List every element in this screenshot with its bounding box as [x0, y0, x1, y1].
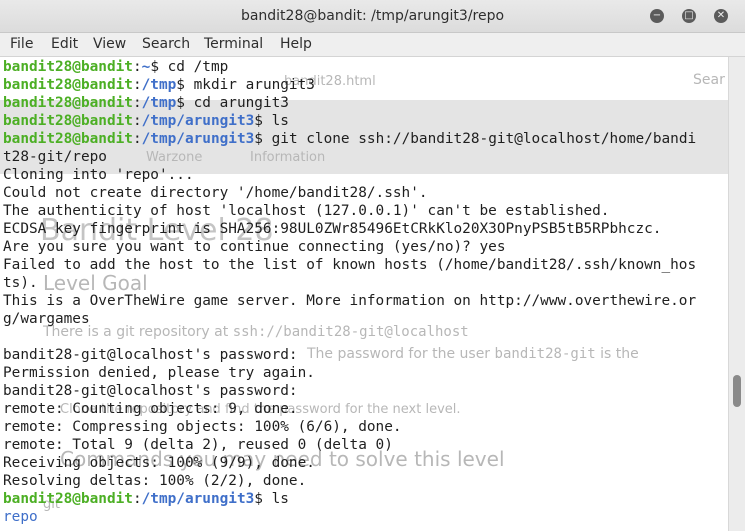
menu-view[interactable]: View	[93, 36, 126, 52]
output-text: remote: Counting objects: 9, done.	[3, 401, 298, 417]
terminal-line: bandit28@bandit:/tmp/arungit3$ ls	[3, 490, 696, 508]
terminal-line: ECDSA key fingerprint is SHA256:98UL0ZWr…	[3, 220, 696, 238]
prompt-path: ~	[141, 59, 151, 75]
output-text: Receiving objects: 100% (9/9), done.	[3, 455, 315, 471]
terminal-line: bandit28@bandit:/tmp$ cd arungit3	[3, 94, 696, 112]
prompt-symbol: $	[176, 77, 185, 93]
output-text: Failed to add the host to the list of kn…	[3, 257, 697, 273]
prompt-path: /tmp/arungit3	[141, 491, 255, 507]
command-text: git clone ssh://bandit28-git@localhost/h…	[262, 131, 697, 147]
output-text: remote: Total 9 (delta 2), reused 0 (del…	[3, 437, 393, 453]
terminal-line: Failed to add the host to the list of kn…	[3, 256, 696, 274]
close-icon[interactable]: ✕	[714, 9, 728, 23]
output-text: Are you sure you want to continue connec…	[3, 239, 506, 255]
prompt-symbol: $	[254, 113, 263, 129]
menu-help[interactable]: Help	[280, 36, 312, 52]
terminal-line: Could not create directory '/home/bandit…	[3, 184, 696, 202]
terminal-scrollbar[interactable]	[728, 57, 745, 531]
background-search: Sear	[693, 72, 725, 88]
output-text: Resolving deltas: 100% (2/2), done.	[3, 473, 307, 489]
prompt-separator: :	[132, 95, 142, 111]
prompt-user: bandit28@bandit	[3, 95, 133, 111]
prompt-separator: :	[132, 59, 142, 75]
terminal-line: Permission denied, please try again.	[3, 364, 696, 382]
prompt-separator: :	[132, 77, 142, 93]
output-text: ts).	[3, 275, 38, 291]
window-titlebar[interactable]: bandit28@bandit: /tmp/arungit3/repo − □ …	[0, 0, 745, 33]
output-text: Could not create directory '/home/bandit…	[3, 185, 428, 201]
menu-edit[interactable]: Edit	[51, 36, 78, 52]
terminal-line: t28-git/repo	[3, 148, 696, 166]
prompt-separator: :	[132, 131, 142, 147]
terminal-line: Resolving deltas: 100% (2/2), done.	[3, 472, 696, 490]
output-text: This is a OverTheWire game server. More …	[3, 293, 697, 309]
maximize-icon[interactable]: □	[682, 9, 696, 23]
prompt-separator: :	[132, 113, 142, 129]
prompt-symbol: $	[176, 95, 185, 111]
menu-terminal[interactable]: Terminal	[204, 36, 263, 52]
terminal-line: remote: Counting objects: 9, done.	[3, 400, 696, 418]
terminal-line: bandit28@bandit:/tmp/arungit3$ ls	[3, 112, 696, 130]
output-text: t28-git/repo	[3, 149, 107, 165]
terminal-output-area[interactable]: bandit28.html Sear Warzone Information B…	[0, 57, 728, 531]
prompt-path: /tmp/arungit3	[141, 131, 255, 147]
prompt-path: /tmp/arungit3	[141, 113, 255, 129]
terminal-line: bandit28@bandit:/tmp$ mkdir arungit3	[3, 76, 696, 94]
prompt-user: bandit28@bandit	[3, 131, 133, 147]
terminal-line: This is a OverTheWire game server. More …	[3, 292, 696, 310]
terminal-line: g/wargames	[3, 310, 696, 328]
menu-bar: File Edit View Search Terminal Help	[0, 33, 745, 57]
prompt-symbol: $	[254, 131, 263, 147]
prompt-path: /tmp	[141, 77, 177, 93]
prompt-path: /tmp	[141, 95, 177, 111]
command-text: ls	[262, 113, 289, 129]
command-text: cd arungit3	[184, 95, 289, 111]
menu-search[interactable]: Search	[142, 36, 190, 52]
prompt-user: bandit28@bandit	[3, 59, 133, 75]
terminal-line: remote: Compressing objects: 100% (6/6),…	[3, 418, 696, 436]
terminal-line: The authenticity of host 'localhost (127…	[3, 202, 696, 220]
terminal-line: bandit28-git@localhost's password:	[3, 346, 696, 364]
command-text: mkdir arungit3	[184, 77, 315, 93]
prompt-symbol: $	[150, 59, 159, 75]
command-text: cd /tmp	[158, 59, 229, 75]
output-text: g/wargames	[3, 311, 90, 327]
command-text: ls	[262, 491, 289, 507]
prompt-user: bandit28@bandit	[3, 77, 133, 93]
output-text: Cloning into 'repo'...	[3, 167, 194, 183]
terminal-line: ts).	[3, 274, 696, 292]
directory-listing-entry: repo	[3, 509, 38, 525]
output-text: The authenticity of host 'localhost (127…	[3, 203, 610, 219]
output-text: bandit28-git@localhost's password:	[3, 383, 298, 399]
prompt-separator: :	[132, 491, 142, 507]
minimize-icon[interactable]: −	[650, 9, 664, 23]
output-text: bandit28-git@localhost's password:	[3, 347, 298, 363]
terminal-line: bandit28@bandit:/tmp/arungit3$ git clone…	[3, 130, 696, 148]
menu-file[interactable]: File	[10, 36, 33, 52]
prompt-user: bandit28@bandit	[3, 113, 133, 129]
terminal-line: repo	[3, 508, 696, 526]
terminal-line: Receiving objects: 100% (9/9), done.	[3, 454, 696, 472]
terminal-line: bandit28@bandit:~$ cd /tmp	[3, 58, 696, 76]
output-text: remote: Compressing objects: 100% (6/6),…	[3, 419, 402, 435]
terminal-line: bandit28-git@localhost's password:	[3, 382, 696, 400]
window-title: bandit28@bandit: /tmp/arungit3/repo	[240, 8, 505, 24]
prompt-user: bandit28@bandit	[3, 491, 133, 507]
scrollbar-thumb[interactable]	[733, 375, 741, 407]
terminal-line: Cloning into 'repo'...	[3, 166, 696, 184]
output-text: ECDSA key fingerprint is SHA256:98UL0ZWr…	[3, 221, 662, 237]
terminal-line: remote: Total 9 (delta 2), reused 0 (del…	[3, 436, 696, 454]
terminal-lines: bandit28@bandit:~$ cd /tmp bandit28@bandi…	[3, 58, 696, 526]
output-text: Permission denied, please try again.	[3, 365, 315, 381]
terminal-line: Are you sure you want to continue connec…	[3, 238, 696, 256]
prompt-symbol: $	[254, 491, 263, 507]
